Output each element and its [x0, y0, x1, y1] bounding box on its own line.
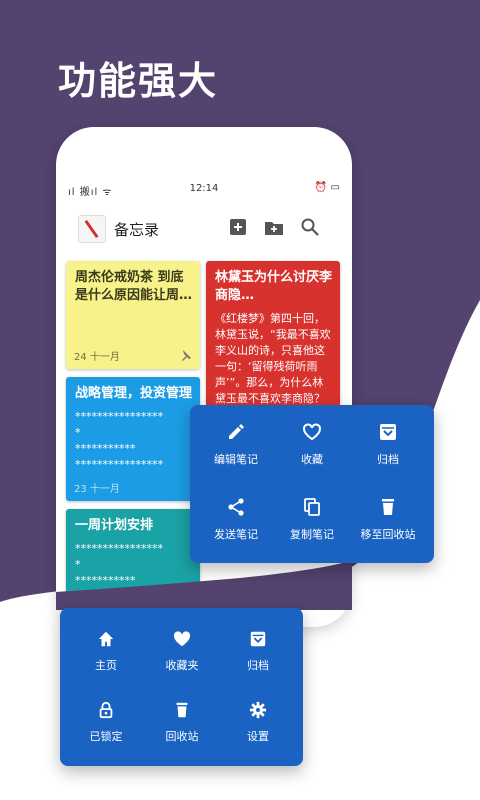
menu-label: 发送笔记	[214, 528, 258, 541]
add-folder-icon[interactable]	[264, 217, 284, 237]
note-title: 林黛玉为什么讨厌李商隐…	[215, 270, 333, 303]
alarm-battery-status: ⏰ ▭	[314, 182, 340, 193]
trash-icon	[176, 702, 188, 718]
archive-button[interactable]: 归档	[350, 422, 426, 467]
nav-label: 设置	[247, 730, 269, 743]
app-bar: 备忘录	[56, 209, 352, 249]
archive-icon	[380, 424, 396, 440]
home-icon	[98, 631, 114, 647]
nav-home[interactable]: 主页	[68, 630, 144, 673]
nav-label: 回收站	[165, 730, 199, 743]
status-bar: ıl 搬ıl ᯤ 12:14 ⏰ ▭	[56, 181, 352, 199]
status-time: 12:14	[189, 183, 219, 194]
nav-trash[interactable]: 回收站	[144, 701, 220, 744]
add-note-icon[interactable]	[228, 217, 248, 237]
note-card[interactable]: 战略管理，投资管理 **************** * ***********…	[66, 377, 200, 501]
nav-label: 收藏夹	[165, 659, 199, 672]
nav-label: 归档	[247, 659, 269, 672]
menu-label: 移至回收站	[360, 528, 416, 541]
share-icon	[228, 498, 244, 516]
note-body: 《红楼梦》第四十回，林黛玉说，“我最不喜欢李义山的诗，只喜他这一句：‘留得残荷听…	[215, 312, 331, 411]
nav-settings[interactable]: 设置	[220, 701, 296, 744]
pin-icon	[182, 350, 191, 361]
note-title: 周杰伦戒奶茶 到底是什么原因能让周…	[75, 270, 193, 303]
note-card[interactable]: 周杰伦戒奶茶 到底是什么原因能让周… 24 十一月	[66, 261, 200, 369]
copy-note-button[interactable]: 复制笔记	[274, 497, 350, 542]
heart-outline-icon	[303, 423, 321, 441]
gear-icon	[249, 701, 267, 719]
note-title: 战略管理，投资管理	[75, 386, 193, 401]
copy-icon	[304, 498, 320, 516]
lock-icon	[99, 701, 113, 719]
navigation-panel: 主页 收藏夹 归档 已锁定 回收站 设置	[60, 608, 303, 766]
note-body: **************** * *********** *********…	[75, 410, 163, 471]
app-title: 备忘录	[114, 221, 160, 239]
menu-label: 收藏	[301, 453, 323, 466]
edit-note-button[interactable]: 编辑笔记	[198, 422, 274, 467]
archive-icon	[250, 631, 266, 647]
nav-label: 主页	[95, 659, 117, 672]
notebook-logo-icon	[78, 215, 106, 243]
note-body: **************** * ***********	[75, 542, 163, 587]
nav-locked[interactable]: 已锁定	[68, 701, 144, 744]
menu-label: 复制笔记	[290, 528, 334, 541]
menu-label: 编辑笔记	[214, 453, 258, 466]
nav-favorites[interactable]: 收藏夹	[144, 630, 220, 673]
nav-archive[interactable]: 归档	[220, 630, 296, 673]
move-to-trash-button[interactable]: 移至回收站	[350, 497, 426, 542]
note-date: 23 十一月	[74, 484, 120, 495]
heart-icon	[173, 631, 191, 647]
note-actions-panel: 编辑笔记 收藏 归档 发送笔记 复制笔记 移至回收站	[190, 405, 434, 563]
note-card[interactable]: 林黛玉为什么讨厌李商隐… 《红楼梦》第四十回，林黛玉说，“我最不喜欢李义山的诗，…	[206, 261, 340, 411]
note-title: 一周计划安排	[75, 518, 154, 533]
note-date: 24 十一月	[74, 352, 120, 363]
menu-label: 归档	[377, 453, 399, 466]
pencil-icon	[229, 424, 244, 439]
trash-icon	[382, 499, 394, 515]
favorite-button[interactable]: 收藏	[274, 422, 350, 467]
headline: 功能强大	[58, 59, 219, 103]
nav-label: 已锁定	[89, 730, 123, 743]
search-icon[interactable]	[300, 217, 320, 237]
send-note-button[interactable]: 发送笔记	[198, 497, 274, 542]
